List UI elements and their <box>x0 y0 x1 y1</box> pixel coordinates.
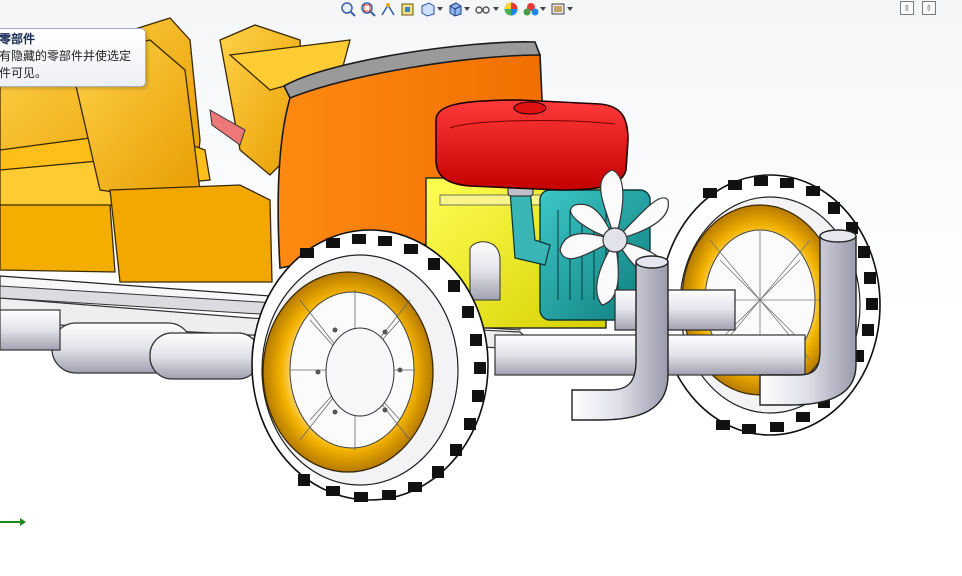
restore-viewport-button[interactable]: ▯ <box>900 1 914 15</box>
hide-show-items-icon[interactable] <box>474 1 499 17</box>
tooltip-text-line-1: 有隐藏的零部件并使选定 <box>0 49 132 63</box>
graphics-area[interactable] <box>0 0 962 576</box>
go-kart-model[interactable] <box>0 0 962 576</box>
coordinate-triad-icon <box>0 518 26 526</box>
edit-appearance-icon[interactable] <box>503 1 519 17</box>
previous-view-icon[interactable] <box>380 1 396 17</box>
apply-scene-icon[interactable] <box>523 1 546 17</box>
view-orientation-icon[interactable] <box>420 1 443 17</box>
zoom-to-fit-icon[interactable] <box>340 1 356 17</box>
viewport-window-controls: ▯ ▯ <box>900 1 936 15</box>
view-settings-icon[interactable] <box>550 1 573 17</box>
zoom-to-area-icon[interactable] <box>360 1 376 17</box>
heads-up-view-toolbar <box>340 0 573 18</box>
tooltip-title: 零部件 <box>0 32 36 46</box>
tooltip-text-line-2: 件可见。 <box>0 66 48 80</box>
display-style-icon[interactable] <box>447 1 470 17</box>
section-view-icon[interactable] <box>400 1 416 17</box>
command-tooltip: 零部件 有隐藏的零部件并使选定 件可见。 <box>0 28 146 87</box>
split-viewport-button[interactable]: ▯ <box>922 1 936 15</box>
